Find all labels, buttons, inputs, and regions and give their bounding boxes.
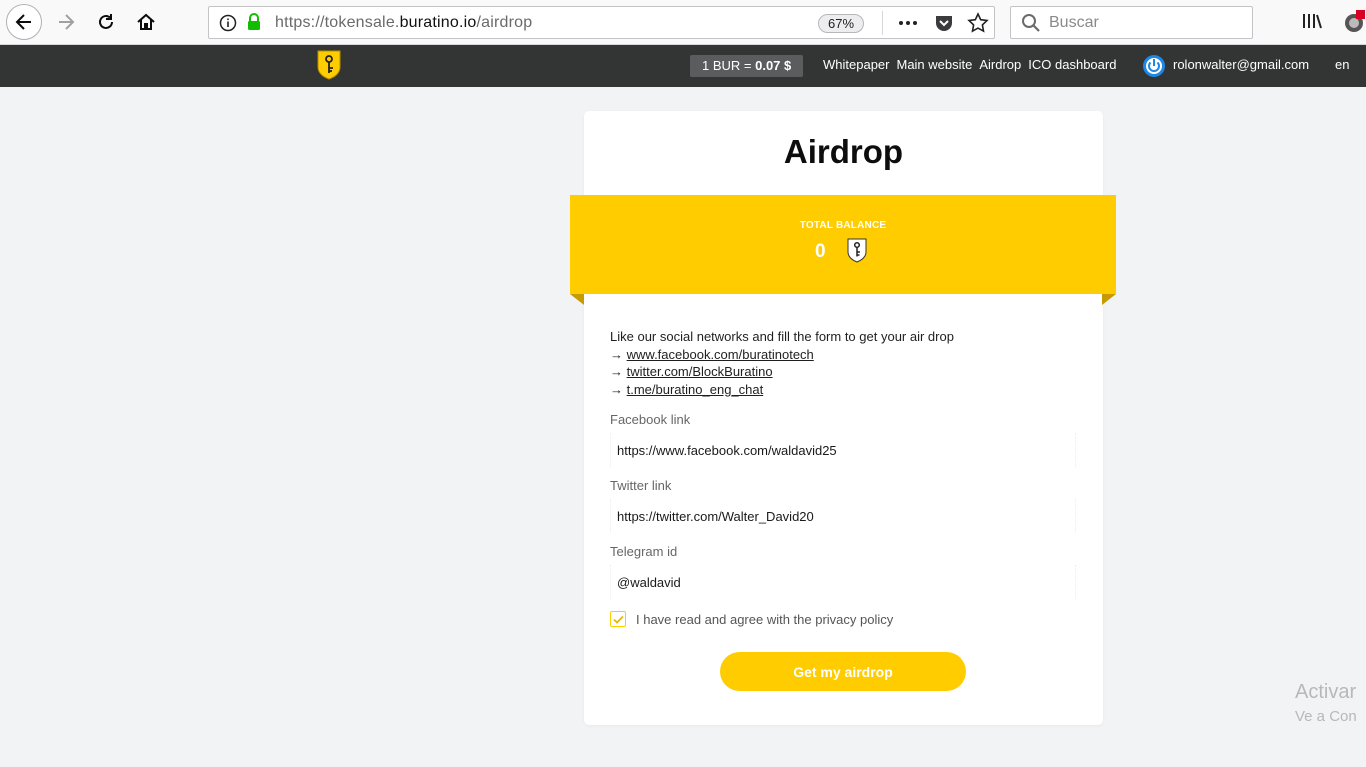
rate-badge: 1 BUR = 0.07 $ <box>690 55 804 77</box>
forward-arrow-icon <box>59 14 75 30</box>
arrow-glyph: → <box>610 381 623 397</box>
reload-button[interactable] <box>88 4 124 40</box>
twitter-link[interactable]: twitter.com/BlockBuratino <box>627 364 773 379</box>
pocket-icon[interactable] <box>934 13 954 38</box>
info-icon[interactable] <box>219 14 237 37</box>
check-icon <box>612 615 624 624</box>
more-icon[interactable] <box>897 13 919 38</box>
twitter-field-label: Twitter link <box>610 478 672 493</box>
intro-text: Like our social networks and fill the fo… <box>610 329 954 344</box>
home-icon <box>137 13 155 30</box>
search-input[interactable] <box>1049 11 1244 35</box>
windows-activation-watermark: Activar <box>1295 681 1357 703</box>
browser-toolbar: https://tokensale.buratino.io/airdrop 67… <box>0 0 1366 45</box>
facebook-link[interactable]: www.facebook.com/buratinotech <box>627 347 814 362</box>
reload-icon <box>99 14 113 29</box>
twitter-link-input[interactable] <box>610 499 1076 533</box>
balance-ribbon <box>570 195 1116 294</box>
power-icon[interactable] <box>1142 54 1166 83</box>
url-bar[interactable]: https://tokensale.buratino.io/airdrop 67… <box>208 6 995 39</box>
nav-airdrop-link[interactable]: Airdrop <box>979 57 1021 72</box>
facebook-link-input[interactable] <box>610 433 1076 467</box>
telegram-id-input[interactable] <box>610 565 1076 599</box>
user-email[interactable]: rolonwalter@gmail.com <box>1173 57 1309 72</box>
search-bar[interactable] <box>1010 6 1253 39</box>
lock-icon[interactable] <box>246 13 262 36</box>
facebook-field-label: Facebook link <box>610 412 691 427</box>
get-airdrop-button[interactable]: Get my airdrop <box>720 652 966 691</box>
library-icon[interactable] <box>1302 11 1324 36</box>
social-link-row: → twitter.com/BlockBuratino <box>610 363 954 381</box>
nav-whitepaper-link[interactable]: Whitepaper <box>823 57 889 72</box>
nav-ico-dashboard-link[interactable]: ICO dashboard <box>1028 57 1116 72</box>
nav-main-website-link[interactable]: Main website <box>896 57 972 72</box>
balance-label: TOTAL BALANCE <box>799 220 887 231</box>
privacy-consent-label[interactable]: I have read and agree with the privacy p… <box>636 612 893 627</box>
zoom-badge[interactable]: 67% <box>818 14 865 33</box>
back-arrow-icon <box>15 14 31 30</box>
search-icon <box>1021 13 1041 38</box>
token-icon <box>846 237 868 268</box>
forward-button[interactable] <box>48 4 84 40</box>
arrow-glyph: → <box>610 346 623 362</box>
ribbon-fold-left <box>570 294 584 305</box>
url-text[interactable]: https://tokensale.buratino.io/airdrop <box>275 14 532 32</box>
star-icon[interactable] <box>967 12 989 39</box>
windows-activation-watermark-sub: Ve a Con <box>1295 708 1357 725</box>
social-link-row: → t.me/buratino_eng_chat <box>610 381 954 399</box>
ribbon-fold-right <box>1102 294 1116 305</box>
home-button[interactable] <box>128 4 164 40</box>
privacy-consent: I have read and agree with the privacy p… <box>610 611 893 627</box>
telegram-field-label: Telegram id <box>610 544 678 559</box>
balance-value: 0 <box>815 241 826 262</box>
privacy-checkbox[interactable] <box>610 611 626 627</box>
arrow-glyph: → <box>610 364 623 379</box>
site-nav: Whitepaper Main website Airdrop ICO dash… <box>823 57 1116 72</box>
extension-icon[interactable] <box>1342 9 1366 35</box>
back-button[interactable] <box>6 4 42 40</box>
language-switch[interactable]: en <box>1335 57 1349 72</box>
intro-text-block: Like our social networks and fill the fo… <box>610 328 954 398</box>
site-header: 1 BUR = 0.07 $ Whitepaper Main website A… <box>0 45 1366 87</box>
telegram-link[interactable]: t.me/buratino_eng_chat <box>627 382 764 397</box>
shield-logo-icon[interactable] <box>316 49 342 86</box>
urlbar-divider <box>882 11 883 35</box>
page-title: Airdrop <box>783 133 904 170</box>
social-link-row: → www.facebook.com/buratinotech <box>610 346 954 364</box>
